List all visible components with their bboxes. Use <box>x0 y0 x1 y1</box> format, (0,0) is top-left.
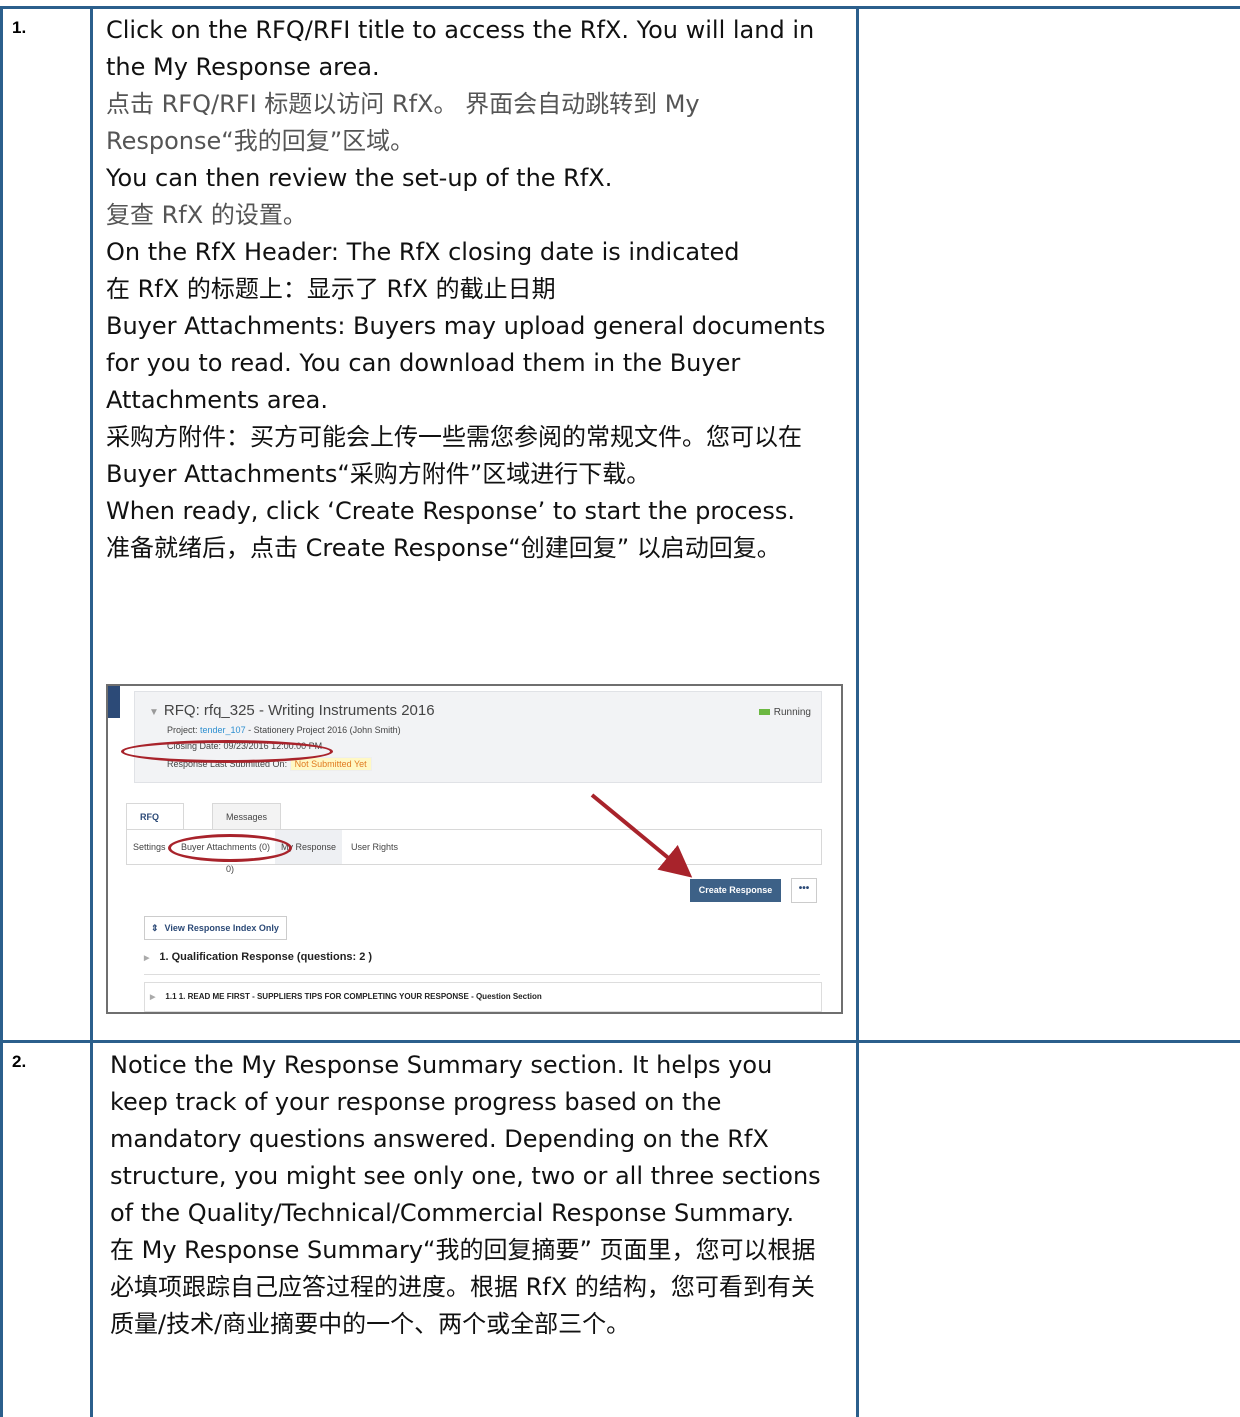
tab-messages[interactable]: Messages (Unread 0) <box>212 803 282 874</box>
table-border-top <box>0 6 1240 9</box>
status-running-icon <box>758 709 770 716</box>
step-1-zh-4: 采购方附件：买方可能会上传一些需您参阅的常规文件。您可以在 Buyer Atta… <box>106 423 802 488</box>
buyer-attachments-highlight <box>168 834 292 862</box>
step-1-en-3: On the RfX Header: The RfX closing date … <box>106 238 740 266</box>
step-1-zh-1: 点击 RFQ/RFI 标题以访问 RfX。 界面会自动跳转到 My Respon… <box>106 90 700 155</box>
table-border-col2 <box>856 6 859 1417</box>
section-qualification-label[interactable]: 1. Qualification Response (questions: 2 … <box>159 951 372 963</box>
more-actions-button[interactable]: ••• <box>791 878 817 903</box>
step-1-en-5: When ready, click ‘Create Response’ to s… <box>106 497 795 525</box>
rfx-title[interactable]: ▼ RFQ: rfq_325 - Writing Instruments 2016 <box>149 702 435 719</box>
collapse-triangle-icon[interactable]: ▼ <box>149 707 159 718</box>
step-1-zh-5: 准备就绪后，点击 Create Response“创建回复” 以启动回复。 <box>106 534 781 562</box>
status-text: Running <box>773 707 811 718</box>
create-response-button[interactable]: Create Response <box>690 879 781 902</box>
rfq-screenshot: ▼ RFQ: rfq_325 - Writing Instruments 2016… <box>106 684 843 1014</box>
step-1-zh-2: 复查 RfX 的设置。 <box>106 201 307 229</box>
step-number: 2. <box>12 1052 27 1071</box>
rfx-header: ▼ RFQ: rfq_325 - Writing Instruments 2016… <box>134 691 822 783</box>
subtab-user-rights[interactable]: User Rights <box>351 842 398 852</box>
step-1-en-4: Buyer Attachments: Buyers may upload gen… <box>106 312 826 414</box>
step-1-text: Click on the RFQ/RFI title to access the… <box>106 12 841 567</box>
subtab-settings[interactable]: Settings <box>133 842 166 852</box>
tab-rfq-details[interactable]: RFQ Details <box>126 803 184 848</box>
section-divider <box>144 974 820 975</box>
status-badge: Running <box>758 707 811 718</box>
view-response-index-label[interactable]: View Response Index Only <box>165 923 279 933</box>
table-border-col1 <box>90 6 93 1417</box>
view-response-index-button[interactable]: ⇕ View Response Index Only <box>144 916 287 940</box>
step-2-zh-1: 在 My Response Summary“我的回复摘要” 页面里，您可以根据必… <box>110 1236 816 1338</box>
step-1-en-2: You can then review the set-up of the Rf… <box>106 164 613 192</box>
project-link[interactable]: tender_107 <box>200 725 246 735</box>
section-1-1[interactable]: ▶ 1.1 1. READ ME FIRST - SUPPLIERS TIPS F… <box>144 992 542 1001</box>
section-qualification[interactable]: ▶ 1. Qualification Response (questions: 2… <box>144 951 372 963</box>
expand-triangle-icon[interactable]: ▶ <box>144 955 149 962</box>
closing-date-highlight <box>121 740 333 763</box>
table-border-row-divider <box>0 1040 1240 1043</box>
project-line: Project: tender_107 - Stationery Project… <box>167 725 401 735</box>
expand-triangle-icon[interactable]: ▶ <box>150 994 155 1001</box>
step-2-text: Notice the My Response Summary section. … <box>110 1047 835 1343</box>
table-border-left <box>0 6 3 1417</box>
expand-collapse-icon: ⇕ <box>151 923 159 933</box>
instruction-table: 1. Click on the RFQ/RFI title to access … <box>0 0 1240 1417</box>
step-number: 1. <box>12 18 27 37</box>
project-label: Project: <box>167 725 198 735</box>
pointer-arrow-icon <box>590 793 693 878</box>
sidebar-marker <box>108 686 120 718</box>
project-rest: - Stationery Project 2016 (John Smith) <box>245 725 401 735</box>
step-1-en-1: Click on the RFQ/RFI title to access the… <box>106 16 815 81</box>
section-1-1-label[interactable]: 1.1 1. READ ME FIRST - SUPPLIERS TIPS FO… <box>165 992 541 1001</box>
step-2-en-1: Notice the My Response Summary section. … <box>110 1051 821 1227</box>
rfx-title-text[interactable]: RFQ: rfq_325 - Writing Instruments 2016 <box>164 702 435 719</box>
step-1-zh-3: 在 RfX 的标题上：显示了 RfX 的截止日期 <box>106 275 556 303</box>
